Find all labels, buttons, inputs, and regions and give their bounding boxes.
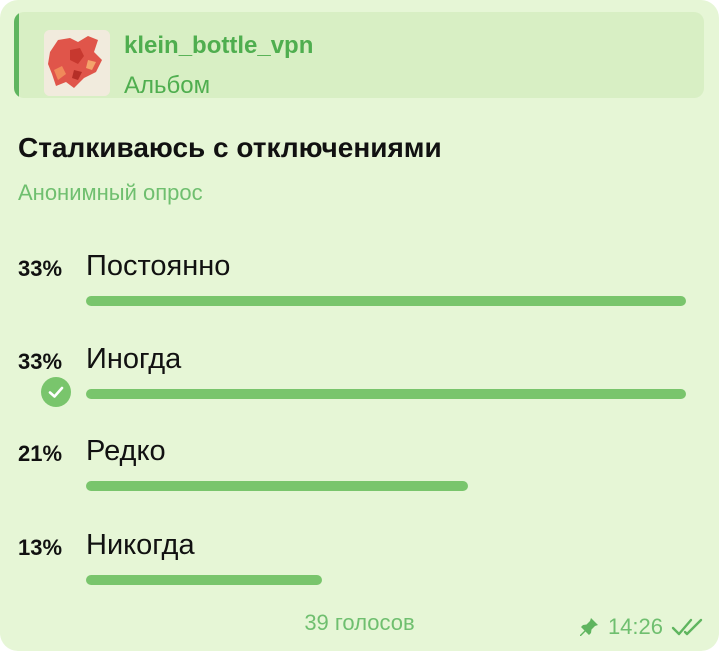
- option-label: Редко: [86, 435, 166, 467]
- option-percent: 21%: [18, 441, 63, 466]
- poll-question: Сталкиваюсь с отключениями: [18, 132, 442, 163]
- option-bar-fill: [86, 575, 323, 585]
- chosen-check-icon: [41, 377, 71, 407]
- album-label: Альбом: [124, 72, 211, 98]
- channel-name[interactable]: klein_bottle_vpn: [124, 32, 313, 60]
- option-label: Иногда: [86, 343, 182, 375]
- poll-option-0[interactable]: 33% Постоянно: [0, 250, 719, 332]
- message-time: 14:26: [607, 614, 663, 639]
- option-bar-fill: [86, 481, 468, 491]
- option-bar-track: [86, 481, 686, 491]
- double-check-icon: [671, 617, 705, 637]
- reply-accent-bar: [14, 12, 19, 98]
- poll-option-2[interactable]: 21% Редко: [0, 435, 719, 517]
- poll-option-1[interactable]: 33% Иногда: [0, 343, 719, 425]
- option-bar-track: [86, 575, 686, 585]
- pin-icon: [578, 616, 600, 638]
- option-label: Постоянно: [86, 250, 231, 282]
- message-bubble[interactable]: klein_bottle_vpn Альбом Сталкиваюсь с от…: [0, 0, 719, 651]
- forwarded-album-preview[interactable]: klein_bottle_vpn Альбом: [14, 12, 704, 98]
- option-bar-fill: [86, 389, 686, 399]
- poll-type-label: Анонимный опрос: [18, 180, 203, 205]
- option-percent: 33%: [18, 256, 63, 281]
- poll-option-3[interactable]: 13% Никогда: [0, 529, 719, 611]
- option-label: Никогда: [86, 529, 195, 561]
- map-thumbnail-image: [44, 30, 110, 96]
- option-percent: 13%: [18, 535, 63, 560]
- option-bar-track: [86, 389, 686, 399]
- option-bar-track: [86, 296, 686, 306]
- option-percent: 33%: [18, 349, 63, 374]
- option-bar-fill: [86, 296, 686, 306]
- message-meta: 14:26: [578, 614, 705, 640]
- album-thumbnail[interactable]: [44, 30, 110, 96]
